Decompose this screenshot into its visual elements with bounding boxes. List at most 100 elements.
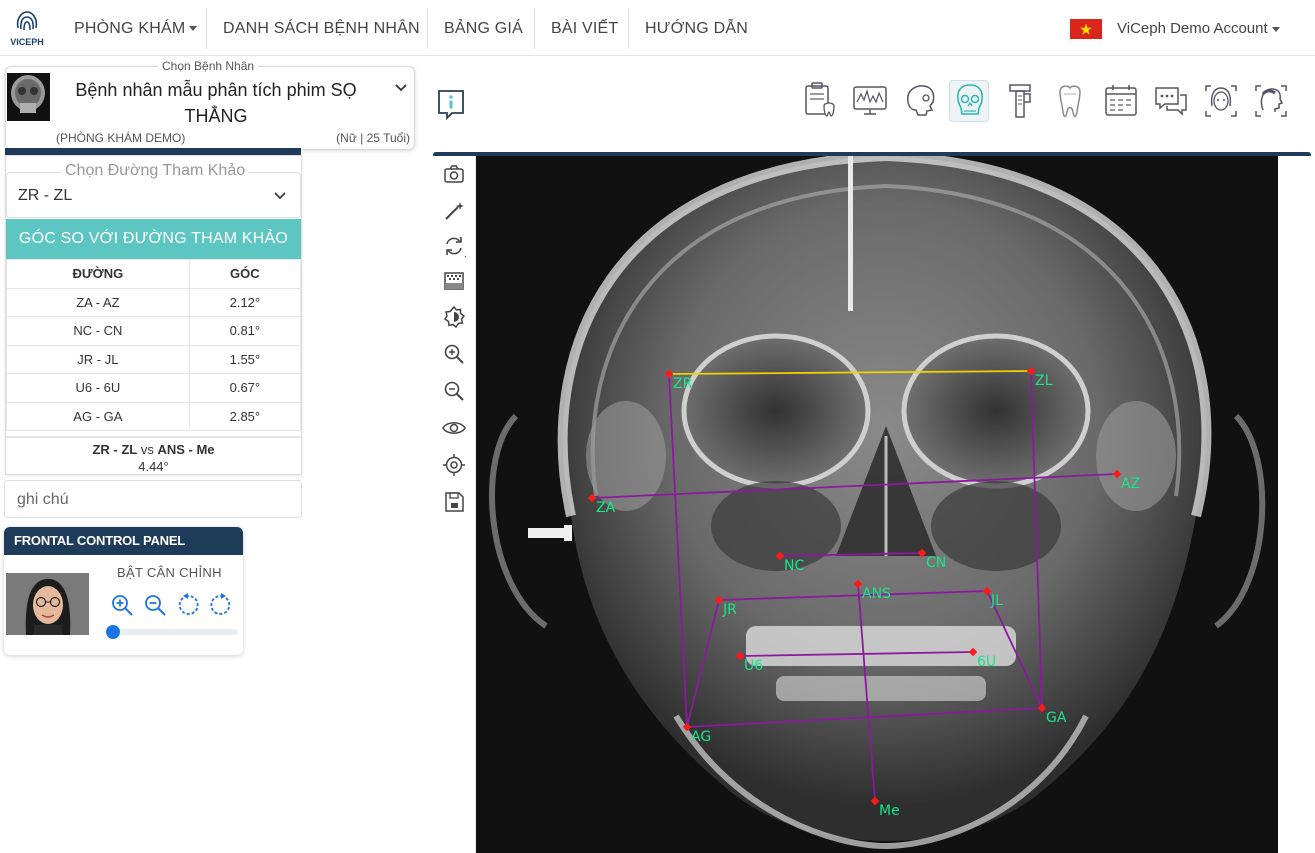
- note-input[interactable]: ghi chú: [4, 480, 302, 518]
- landmark-point-CN[interactable]: [917, 548, 927, 558]
- patient-face-photo: [6, 573, 89, 635]
- patient-name: Bệnh nhân mẫu phân tích phim SỌ THẲNG: [75, 80, 357, 126]
- caret-down-icon: [1271, 26, 1280, 32]
- control-panel-title: FRONTAL CONTROL PANEL: [4, 527, 243, 555]
- account-dropdown[interactable]: ViCeph Demo Account: [1117, 8, 1280, 49]
- zoom-in-icon[interactable]: [442, 342, 466, 366]
- landmark-point-NC[interactable]: [775, 551, 785, 561]
- rotate-icon[interactable]: [442, 234, 466, 258]
- calibration-slider[interactable]: [106, 625, 238, 639]
- patient-selector-legend: Chọn Bệnh Nhân: [158, 59, 259, 73]
- column-header-angle: GÓC: [188, 259, 302, 289]
- vietnam-flag-icon[interactable]: [1070, 19, 1102, 39]
- info-chat-icon[interactable]: [436, 88, 466, 120]
- landmark-point-ZL[interactable]: [1026, 366, 1036, 376]
- ceph-line-ZR-ZL: [668, 370, 1032, 375]
- caliper-icon[interactable]: [1000, 80, 1040, 122]
- frontal-skull-icon: [957, 84, 983, 115]
- eye-icon[interactable]: [442, 416, 466, 440]
- landmark-label-CN: CN: [926, 555, 946, 571]
- vs-word: vs: [137, 442, 158, 457]
- landmark-label-GA: GA: [1046, 710, 1067, 726]
- ceph-line-NC-CN: [779, 552, 923, 557]
- nav-clinic-dropdown[interactable]: PHÒNG KHÁM: [74, 8, 198, 49]
- line-cell: U6 - 6U: [6, 373, 190, 403]
- landmark-point-JR[interactable]: [714, 595, 724, 605]
- table-row: ZA - AZ 2.12°: [6, 287, 302, 317]
- rotate-left-icon[interactable]: [176, 593, 200, 617]
- angle-cell: 2.12°: [188, 287, 302, 317]
- landmark-label-ANS: ANS: [862, 586, 891, 602]
- logo-text: VICEPH: [10, 37, 44, 47]
- calibrate-label: BẬT CÂN CHỈNH: [117, 565, 222, 580]
- table-row: JR - JL 1.55°: [6, 344, 302, 374]
- ceph-line-ANS-Me: [857, 583, 876, 802]
- xray-canvas[interactable]: ZR ZL ZA AZ NC CN ANS JR JL U6 6U AG GA Me: [476, 156, 1278, 853]
- patient-selector[interactable]: Chọn Bệnh Nhân Bệnh nhân mẫu phân tích p…: [5, 59, 415, 150]
- ceph-line-ZA-AZ: [591, 473, 1118, 499]
- viceph-logo[interactable]: VICEPH: [8, 8, 46, 48]
- zoom-in-icon[interactable]: [110, 593, 134, 617]
- camera-icon[interactable]: [442, 162, 466, 186]
- viewer-right-gutter: [1278, 156, 1315, 853]
- landmark-point-GA[interactable]: [1037, 703, 1047, 713]
- vs-compared-line: ANS - Me: [157, 442, 215, 457]
- landmark-point-6U[interactable]: [968, 647, 978, 657]
- photo-transform-buttons: [110, 593, 240, 619]
- landmark-point-ANS[interactable]: [853, 579, 863, 589]
- rotate-right-icon[interactable]: [209, 593, 233, 617]
- angle-table-title: GÓC SO VỚI ĐƯỜNG THAM KHẢO: [6, 219, 301, 259]
- zoom-out-icon[interactable]: [442, 379, 466, 403]
- nav-divider: [427, 8, 428, 49]
- landmark-point-ZA[interactable]: [587, 493, 597, 503]
- nav-divider: [534, 8, 535, 49]
- nav-clinic-label: PHÒNG KHÁM: [74, 20, 186, 37]
- landmark-point-AZ[interactable]: [1112, 469, 1122, 479]
- face-scan-icon[interactable]: [1201, 80, 1241, 122]
- landmark-label-ZR: ZR: [673, 376, 693, 392]
- nav-patient-list[interactable]: DANH SÁCH BỆNH NHÂN: [223, 8, 420, 49]
- skull-profile-icon[interactable]: [900, 80, 940, 122]
- target-icon[interactable]: [442, 453, 466, 477]
- frontal-skull-tool[interactable]: [949, 80, 989, 122]
- reference-line-value: ZR - ZL: [18, 187, 73, 204]
- cephalometric-overlay: ZR ZL ZA AZ NC CN ANS JR JL U6 6U AG GA Me: [587, 366, 1140, 819]
- landmark-point-ZR[interactable]: [664, 369, 674, 379]
- patient-xray-thumbnail: [7, 73, 50, 121]
- monitor-chart-icon[interactable]: [850, 80, 890, 122]
- nav-guide[interactable]: HƯỚNG DẪN: [645, 8, 748, 49]
- landmark-label-6U: 6U: [977, 654, 996, 670]
- landmark-point-AG[interactable]: [682, 722, 692, 732]
- table-header-row: ĐƯỜNG GÓC: [6, 259, 302, 289]
- contrast-grid-icon[interactable]: [442, 269, 466, 293]
- landmark-point-Me[interactable]: [870, 796, 880, 806]
- chat-bubbles-icon[interactable]: [1151, 80, 1191, 122]
- face-profile-scan-icon[interactable]: [1251, 80, 1291, 122]
- slider-thumb[interactable]: [106, 625, 120, 639]
- landmark-point-JL[interactable]: [982, 586, 992, 596]
- vs-reference-line: ZR - ZL: [92, 442, 138, 457]
- reference-vs-summary: ZR - ZL vs ANS - Me 4.44°: [6, 436, 301, 474]
- calendar-icon[interactable]: [1101, 80, 1141, 122]
- landmark-point-U6[interactable]: [735, 651, 745, 661]
- zoom-out-icon[interactable]: [143, 593, 167, 617]
- ceph-line-JR-JL: [718, 590, 988, 601]
- landmark-label-U6: U6: [744, 658, 763, 674]
- clipboard-tooth-icon[interactable]: [800, 80, 840, 122]
- nav-articles[interactable]: BÀI VIẾT: [551, 8, 618, 49]
- patient-clinic: (PHÒNG KHÁM DEMO): [56, 131, 186, 145]
- nav-pricing[interactable]: BẢNG GIÁ: [444, 8, 523, 49]
- ceph-line-JR-AG: [686, 599, 720, 728]
- tooth-icon[interactable]: [1050, 80, 1090, 122]
- line-cell: ZA - AZ: [6, 287, 190, 317]
- nav-divider: [628, 8, 629, 49]
- top-navbar: VICEPH PHÒNG KHÁM DANH SÁCH BỆNH NHÂN BẢ…: [0, 0, 1315, 56]
- save-icon[interactable]: [442, 490, 466, 514]
- magic-pen-icon[interactable]: [442, 199, 466, 223]
- viewer-side-toolbar: [433, 156, 476, 853]
- chevron-down-icon[interactable]: [394, 81, 408, 95]
- brightness-icon[interactable]: [442, 305, 466, 329]
- landmark-label-JL: JL: [990, 593, 1003, 609]
- landmark-label-AZ: AZ: [1121, 476, 1140, 492]
- reference-line-legend: Chọn Đường Tham Khảo: [62, 162, 249, 180]
